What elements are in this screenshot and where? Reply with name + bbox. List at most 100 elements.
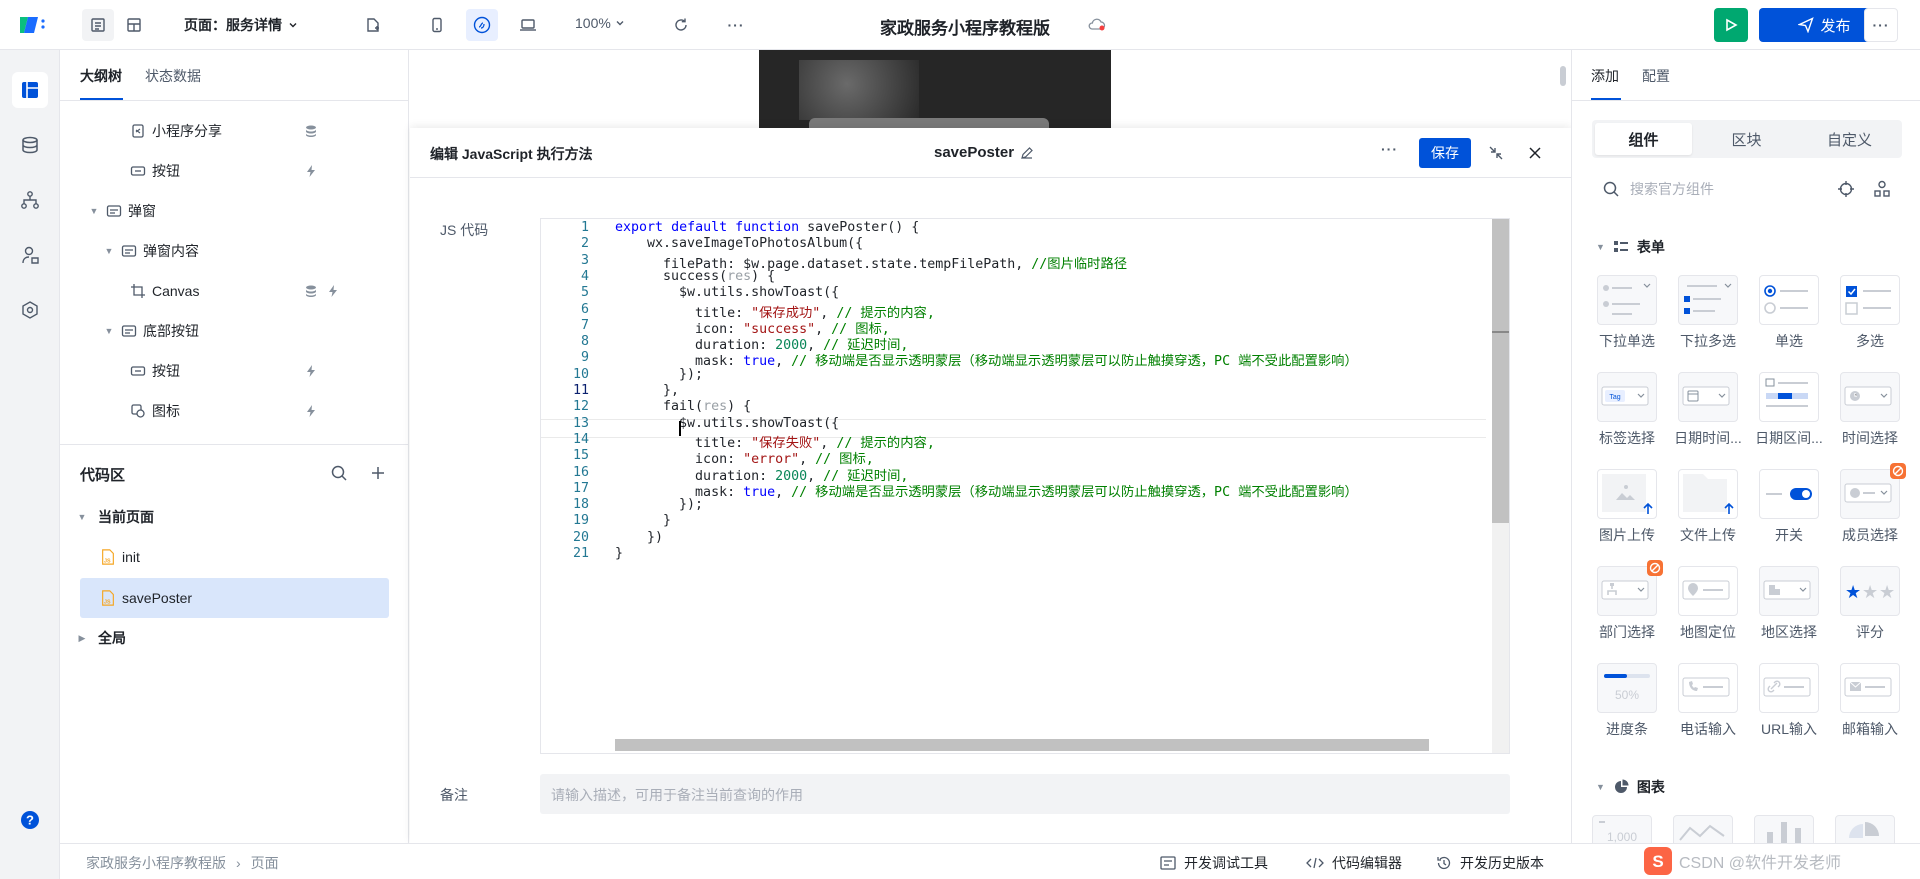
code-editor-button[interactable]: 代码编辑器: [1306, 853, 1402, 873]
comp-label: 开关: [1775, 527, 1803, 543]
comp-phone-input[interactable]: 电话输入: [1673, 663, 1743, 739]
event-bolt-icon: [307, 365, 315, 377]
tree-item-share[interactable]: 小程序分享: [60, 111, 409, 151]
code-search-button[interactable]: [330, 464, 348, 482]
comp-url-input[interactable]: URL输入: [1754, 663, 1824, 739]
segment-components[interactable]: 组件: [1595, 123, 1692, 155]
comp-member-select[interactable]: 成员选择: [1835, 463, 1906, 545]
caret-down-icon[interactable]: ▼: [76, 512, 88, 522]
comp-dropdown-multi[interactable]: 下拉多选: [1673, 275, 1743, 351]
horizontal-scrollbar-thumb[interactable]: [615, 739, 1429, 751]
comp-dropdown-single[interactable]: 下拉单选: [1592, 275, 1662, 351]
comp-checkbox[interactable]: 多选: [1835, 275, 1905, 351]
breadcrumb: 家政服务小程序教程版 › 页面: [86, 853, 279, 873]
tree-item-icon[interactable]: 图标: [60, 391, 409, 431]
comp-radio[interactable]: 单选: [1754, 275, 1824, 351]
method-name[interactable]: savePoster: [934, 144, 1034, 161]
dialog-more-button[interactable]: ···: [1381, 141, 1398, 157]
comp-label: 日期时间...: [1674, 430, 1742, 446]
caret-down-icon[interactable]: ▼: [88, 206, 100, 216]
terminal-icon: [1160, 856, 1176, 870]
vertical-scrollbar-track[interactable]: [1492, 219, 1509, 753]
comp-rating[interactable]: ★ ★ ★ 评分: [1835, 566, 1905, 642]
caret-down-icon: ▼: [1596, 242, 1605, 252]
js-file-icon: JS: [102, 590, 114, 606]
comp-tag-select[interactable]: Tag 标签选择: [1592, 372, 1662, 448]
comp-image-upload[interactable]: 图片上传: [1592, 469, 1662, 545]
code-line: },: [615, 383, 680, 398]
section-chart[interactable]: ▼ 图表: [1596, 777, 1665, 797]
comp-datetime[interactable]: 日期时间...: [1673, 372, 1743, 448]
comp-file-upload[interactable]: 文件上传: [1673, 469, 1743, 545]
rail-database[interactable]: [12, 127, 48, 163]
breadcrumb-page[interactable]: 页面: [251, 853, 279, 873]
tab-state-data[interactable]: 状态数据: [145, 66, 201, 86]
tree-item-bottom-buttons[interactable]: ▼ 底部按钮: [60, 311, 409, 351]
global-group[interactable]: ▶ 全局: [60, 618, 409, 658]
rail-workflow[interactable]: [12, 182, 48, 218]
code-item-init[interactable]: JS init: [60, 537, 409, 577]
collapse-button[interactable]: [1488, 145, 1504, 161]
tree-item-button[interactable]: 按钮: [60, 151, 409, 191]
caret-down-icon[interactable]: ▼: [103, 326, 115, 336]
desktop-preview-button[interactable]: [512, 9, 544, 41]
comp-map-location[interactable]: 地图定位: [1673, 566, 1743, 642]
tree-item-popup-content[interactable]: ▼ 弹窗内容: [60, 231, 409, 271]
save-button[interactable]: 保存: [1419, 138, 1471, 168]
publish-more-button[interactable]: ···: [1864, 8, 1898, 42]
component-search-input[interactable]: 搜索官方组件: [1630, 179, 1714, 199]
segment-custom[interactable]: 自定义: [1801, 123, 1898, 155]
layout-view-button[interactable]: [118, 9, 150, 41]
code-item-label: init: [122, 549, 140, 565]
canvas-scrollbar[interactable]: [1560, 66, 1566, 86]
code-editor[interactable]: 1 2 3 4 5 6 7 8 9 10 11 12 13 14 15 16 17 18 19 20 21 export…: [540, 218, 1510, 754]
tab-add[interactable]: 添加: [1591, 66, 1619, 86]
component-tree-button[interactable]: [1873, 180, 1891, 198]
close-button[interactable]: [1527, 145, 1543, 161]
code-add-button[interactable]: [369, 464, 387, 482]
tree-item-canvas[interactable]: Canvas: [60, 271, 409, 311]
app-logo[interactable]: [18, 13, 46, 37]
comp-switch[interactable]: 开关: [1754, 469, 1824, 545]
comp-label: 地区选择: [1761, 624, 1817, 640]
page-selector-label: 页面：服务详情: [184, 17, 282, 33]
notes-input[interactable]: 请输入描述，可用于备注当前查询的作用: [540, 774, 1510, 814]
page-selector[interactable]: 页面：服务详情: [184, 15, 298, 35]
add-page-button[interactable]: [357, 9, 389, 41]
segment-blocks[interactable]: 区块: [1698, 123, 1795, 155]
mobile-preview-button[interactable]: [421, 9, 453, 41]
tree-item-button-2[interactable]: 按钮: [60, 351, 409, 391]
current-page-group[interactable]: ▼ 当前页面: [60, 497, 409, 537]
rail-outline[interactable]: [12, 72, 48, 108]
tab-outline-tree[interactable]: 大纲树: [80, 66, 122, 86]
comp-progress[interactable]: 50% 进度条: [1592, 663, 1662, 739]
comp-department-select[interactable]: 部门选择: [1592, 560, 1663, 642]
comp-time-select[interactable]: 时间选择: [1835, 372, 1905, 448]
miniprogram-preview-button[interactable]: [466, 9, 498, 41]
dev-tools-button[interactable]: 开发调试工具: [1160, 853, 1268, 873]
section-form[interactable]: ▼ 表单: [1596, 237, 1665, 257]
tab-config[interactable]: 配置: [1642, 66, 1670, 86]
outline-view-button[interactable]: [82, 9, 114, 41]
rail-settings[interactable]: [12, 292, 48, 328]
rail-help[interactable]: ?: [12, 802, 48, 838]
comp-region-select[interactable]: 地区选择: [1754, 566, 1824, 642]
tree-item-label: 弹窗: [128, 203, 156, 219]
comp-email-input[interactable]: 邮箱输入: [1835, 663, 1905, 739]
right-panel: 添加 配置 组件 区块 自定义 搜索官方组件 ▼ 表单 下拉单选 下拉多选 单选…: [1571, 50, 1920, 843]
zoom-selector[interactable]: 100%: [575, 15, 625, 31]
caret-right-icon[interactable]: ▶: [76, 633, 88, 644]
vertical-scrollbar-thumb[interactable]: [1492, 219, 1509, 523]
history-button[interactable]: 开发历史版本: [1436, 853, 1544, 873]
rail-users[interactable]: [12, 237, 48, 273]
run-preview-button[interactable]: [1714, 8, 1748, 42]
code-line: success(res) {: [615, 268, 776, 284]
more-menu-button[interactable]: ···: [720, 9, 752, 41]
locate-button[interactable]: [1837, 180, 1855, 198]
refresh-button[interactable]: [665, 9, 697, 41]
breadcrumb-app[interactable]: 家政服务小程序教程版: [86, 853, 226, 873]
caret-down-icon[interactable]: ▼: [103, 246, 115, 256]
tree-item-popup[interactable]: ▼ 弹窗: [60, 191, 409, 231]
code-item-saveposter[interactable]: JS savePoster: [60, 578, 409, 618]
comp-date-range[interactable]: 日期区间...: [1754, 372, 1824, 448]
